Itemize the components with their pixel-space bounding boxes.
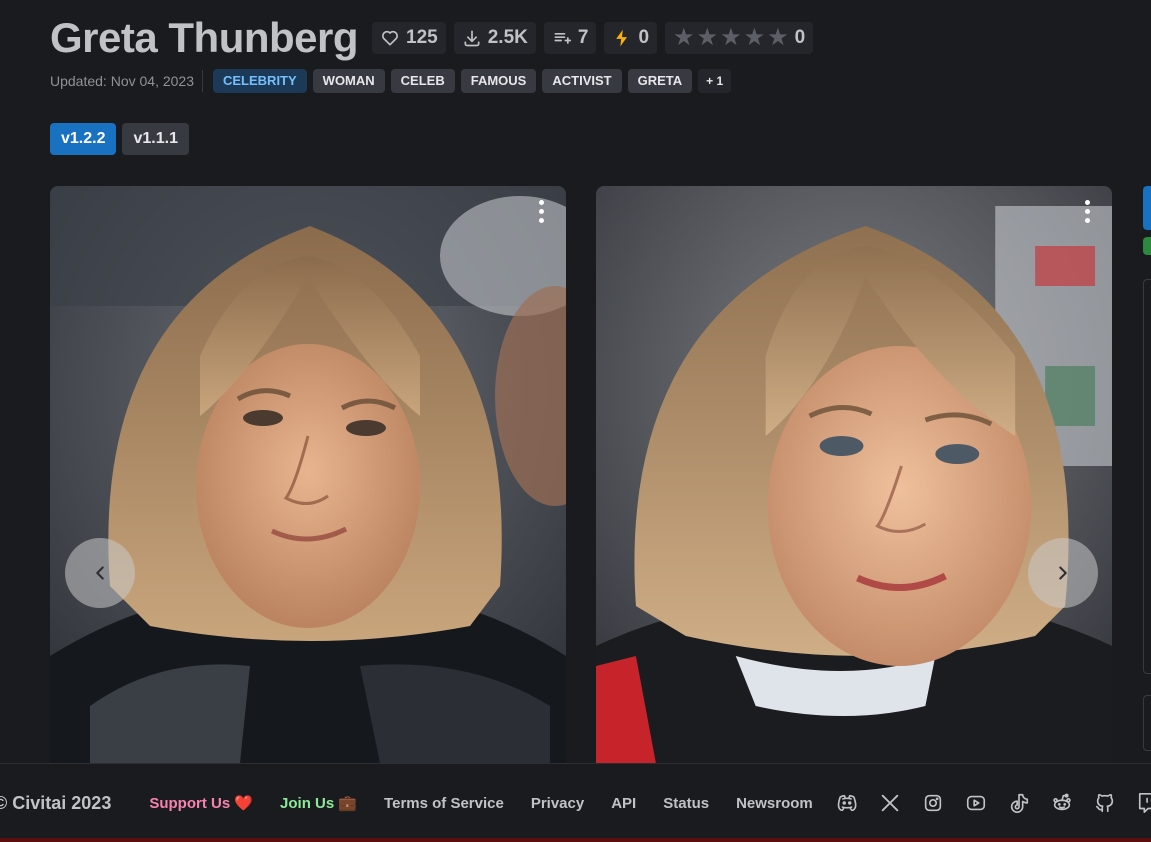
version-selector: v1.2.2 v1.1.1 bbox=[50, 123, 189, 155]
downloads-stat[interactable]: 2.5K bbox=[453, 22, 536, 54]
join-us-link[interactable]: Join Us 💼 bbox=[280, 794, 357, 812]
updated-date: Updated: Nov 04, 2023 bbox=[50, 70, 203, 92]
support-us-link[interactable]: Support Us ❤️ bbox=[149, 794, 253, 812]
creator-panel-edge bbox=[1143, 695, 1151, 751]
model-title: Greta Thunberg bbox=[50, 14, 359, 61]
dots-vertical-icon[interactable] bbox=[534, 196, 548, 226]
tag-woman[interactable]: WOMAN bbox=[312, 69, 385, 93]
api-link[interactable]: API bbox=[611, 795, 636, 812]
verified-badge-edge bbox=[1143, 237, 1151, 255]
tag-celeb[interactable]: CELEB bbox=[390, 69, 455, 93]
star-icon: ★ bbox=[720, 24, 742, 51]
tag-famous[interactable]: FAMOUS bbox=[460, 69, 537, 93]
gallery-image-2[interactable] bbox=[596, 186, 1112, 763]
tiktok-icon[interactable] bbox=[1008, 792, 1030, 814]
rating-stars: ★ ★ ★ ★ ★ bbox=[673, 26, 789, 50]
privacy-link[interactable]: Privacy bbox=[531, 795, 584, 812]
buzz-stat[interactable]: 0 bbox=[604, 22, 658, 54]
copyright: © Civitai 2023 bbox=[0, 792, 112, 813]
instagram-icon[interactable] bbox=[922, 792, 944, 814]
footer: © Civitai 2023 Support Us ❤️ Join Us 💼 T… bbox=[0, 763, 1151, 842]
likes-count: 125 bbox=[406, 27, 438, 48]
github-icon[interactable] bbox=[1094, 792, 1116, 814]
playlist-add-icon bbox=[554, 33, 572, 44]
star-icon: ★ bbox=[673, 24, 695, 51]
gallery-image-1[interactable] bbox=[50, 186, 566, 763]
rating-stat[interactable]: ★ ★ ★ ★ ★ 0 bbox=[665, 22, 814, 54]
downloads-count: 2.5K bbox=[487, 27, 528, 48]
dots-vertical-icon[interactable] bbox=[1080, 196, 1094, 226]
reddit-icon[interactable] bbox=[1051, 792, 1073, 814]
chevron-left-icon bbox=[96, 566, 104, 580]
carousel-prev-button[interactable] bbox=[65, 538, 135, 608]
youtube-icon[interactable] bbox=[965, 792, 987, 814]
download-icon bbox=[464, 30, 480, 47]
x-icon[interactable] bbox=[879, 792, 901, 814]
buzz-count: 0 bbox=[638, 27, 650, 48]
newsroom-link[interactable]: Newsroom bbox=[736, 795, 813, 812]
discord-icon[interactable] bbox=[836, 792, 858, 814]
download-button-edge[interactable] bbox=[1143, 186, 1151, 230]
tag-greta[interactable]: GRETA bbox=[627, 69, 693, 93]
rating-count: 0 bbox=[794, 27, 806, 48]
twitch-icon[interactable] bbox=[1137, 792, 1151, 814]
details-panel-edge bbox=[1143, 279, 1151, 674]
heart-icon bbox=[382, 30, 399, 46]
bolt-icon bbox=[616, 29, 628, 47]
tag-activist[interactable]: ACTIVIST bbox=[542, 69, 622, 93]
status-link[interactable]: Status bbox=[663, 795, 709, 812]
portrait-photo bbox=[50, 186, 566, 763]
version-button-v1-1-1[interactable]: v1.1.1 bbox=[122, 123, 189, 155]
sidebar-edge bbox=[1143, 186, 1151, 751]
collections-count: 7 bbox=[577, 27, 589, 48]
portrait-photo bbox=[596, 186, 1112, 763]
footer-links: © Civitai 2023 Support Us ❤️ Join Us 💼 T… bbox=[0, 790, 1151, 816]
terms-link[interactable]: Terms of Service bbox=[384, 795, 504, 812]
tag-celebrity[interactable]: CELEBRITY bbox=[213, 69, 307, 93]
model-meta: Updated: Nov 04, 2023 CELEBRITY WOMAN CE… bbox=[50, 69, 732, 93]
model-header: Greta Thunberg 125 2.5K 7 0 ★ ★ ★ ★ ★ 0 bbox=[50, 14, 814, 62]
star-icon: ★ bbox=[743, 24, 766, 51]
chevron-right-icon bbox=[1059, 566, 1067, 580]
carousel-next-button[interactable] bbox=[1028, 538, 1098, 608]
social-links bbox=[836, 792, 1151, 814]
bottom-accent-bar bbox=[0, 838, 1151, 842]
likes-stat[interactable]: 125 bbox=[372, 22, 446, 54]
star-icon: ★ bbox=[696, 24, 719, 51]
star-icon: ★ bbox=[767, 24, 789, 51]
version-button-v1-2-2[interactable]: v1.2.2 bbox=[50, 123, 117, 155]
more-tags-button[interactable]: + 1 bbox=[698, 69, 732, 93]
collections-stat[interactable]: 7 bbox=[543, 22, 597, 54]
